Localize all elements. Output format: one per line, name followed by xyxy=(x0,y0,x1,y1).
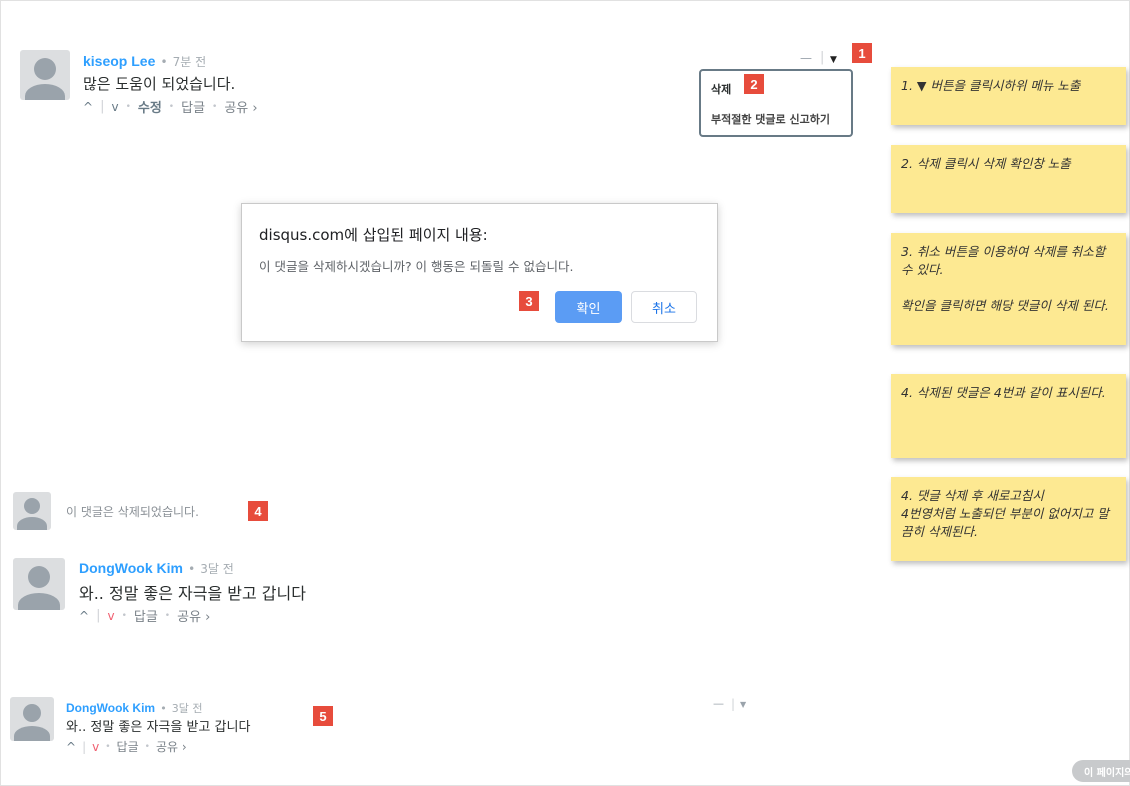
avatar[interactable] xyxy=(20,50,70,100)
comment-time[interactable]: 7분 전 xyxy=(173,55,207,69)
confirm-button[interactable]: 확인 xyxy=(555,291,622,323)
reply-link[interactable]: 답글 xyxy=(117,738,139,755)
menu-toggle-icon[interactable]: ▼ xyxy=(830,55,837,65)
deleted-comment-text: 이 댓글은 삭제되었습니다. xyxy=(66,505,199,519)
comment-header: DongWook Kim • 3달 전 xyxy=(66,701,203,715)
sticky-note-5: 4. 댓글 삭제 후 새로고침시 4번영처럼 노출되던 부분이 없어지고 말끔히… xyxy=(891,477,1126,561)
page-notice-pill[interactable]: 이 페이지의 xyxy=(1072,760,1130,782)
comment-header: DongWook Kim • 3달 전 xyxy=(79,560,234,576)
step-marker-4: 4 xyxy=(248,501,268,521)
downvote-icon[interactable]: v xyxy=(107,609,114,623)
dialog-message: 이 댓글을 삭제하시겠습니까? 이 행동은 되돌릴 수 없습니다. xyxy=(259,259,574,274)
sticky-note-2: 2. 삭제 클릭시 삭제 확인창 노출 xyxy=(891,145,1126,213)
upvote-icon[interactable]: ^ xyxy=(79,609,89,623)
author-name[interactable]: DongWook Kim xyxy=(79,560,183,576)
author-name[interactable]: DongWook Kim xyxy=(66,701,155,715)
avatar xyxy=(13,492,51,530)
avatar[interactable] xyxy=(10,697,54,741)
upvote-icon[interactable]: ^ xyxy=(66,740,76,754)
sticky-note-3: 3. 취소 버튼을 이용하여 삭제를 취소할 수 있다. 확인을 클릭하면 해당… xyxy=(891,233,1126,345)
comment-time[interactable]: 3달 전 xyxy=(200,562,234,576)
downvote-icon[interactable]: v xyxy=(92,740,99,754)
comment-text: 와.. 정말 좋은 자극을 받고 갑니다 xyxy=(66,720,251,735)
upvote-icon[interactable]: ^ xyxy=(83,100,93,114)
comment-actions: ^ | v • 수정 • 답글 • 공유 › xyxy=(83,97,258,116)
meta-bullet: • xyxy=(160,55,168,69)
comment-actions: ^ | v • 답글 • 공유 › xyxy=(66,738,187,755)
reply-link[interactable]: 답글 xyxy=(181,97,205,116)
step-marker-3: 3 xyxy=(519,291,539,311)
report-menu-item[interactable]: 부적절한 댓글로 신고하기 xyxy=(711,111,830,127)
dialog-title: disqus.com에 삽입된 페이지 내용: xyxy=(259,226,488,244)
comment-actions: ^ | v • 답글 • 공유 › xyxy=(79,606,211,625)
share-link[interactable]: 공유 › xyxy=(177,606,210,625)
confirm-dialog: disqus.com에 삽입된 페이지 내용: 이 댓글을 삭제하시겠습니까? … xyxy=(241,203,718,342)
comment-menu-dropdown: 삭제 부적절한 댓글로 신고하기 xyxy=(699,69,853,137)
comment-header: kiseop Lee • 7분 전 xyxy=(83,51,206,70)
delete-menu-item[interactable]: 삭제 xyxy=(711,81,731,97)
comment-text: 와.. 정말 좋은 자극을 받고 갑니다 xyxy=(79,584,306,603)
collapse-icon[interactable]: — xyxy=(713,697,724,710)
edit-link[interactable]: 수정 xyxy=(138,97,162,116)
step-marker-5: 5 xyxy=(313,706,333,726)
avatar[interactable] xyxy=(13,558,65,610)
menu-divider: | xyxy=(820,50,825,65)
menu-divider: | xyxy=(731,697,736,711)
sticky-note-4: 4. 삭제된 댓글은 4번과 같이 표시된다. xyxy=(891,374,1126,458)
collapse-icon[interactable]: — xyxy=(800,51,812,65)
sticky-note-1: 1. ▼ 버튼을 클릭시하위 메뉴 노출 xyxy=(891,67,1126,125)
menu-toggle-icon[interactable]: ▼ xyxy=(740,700,746,709)
comment-time[interactable]: 3달 전 xyxy=(172,702,203,715)
comment-text: 많은 도움이 되었습니다. xyxy=(83,75,236,93)
author-name[interactable]: kiseop Lee xyxy=(83,53,155,69)
share-link[interactable]: 공유 › xyxy=(156,738,187,755)
reply-link[interactable]: 답글 xyxy=(134,606,158,625)
downvote-icon[interactable]: v xyxy=(111,100,118,114)
cancel-button[interactable]: 취소 xyxy=(631,291,697,323)
step-marker-2: 2 xyxy=(744,74,764,94)
step-marker-1: 1 xyxy=(852,43,872,63)
share-link[interactable]: 공유 › xyxy=(224,97,257,116)
vote-divider: | xyxy=(100,99,105,114)
